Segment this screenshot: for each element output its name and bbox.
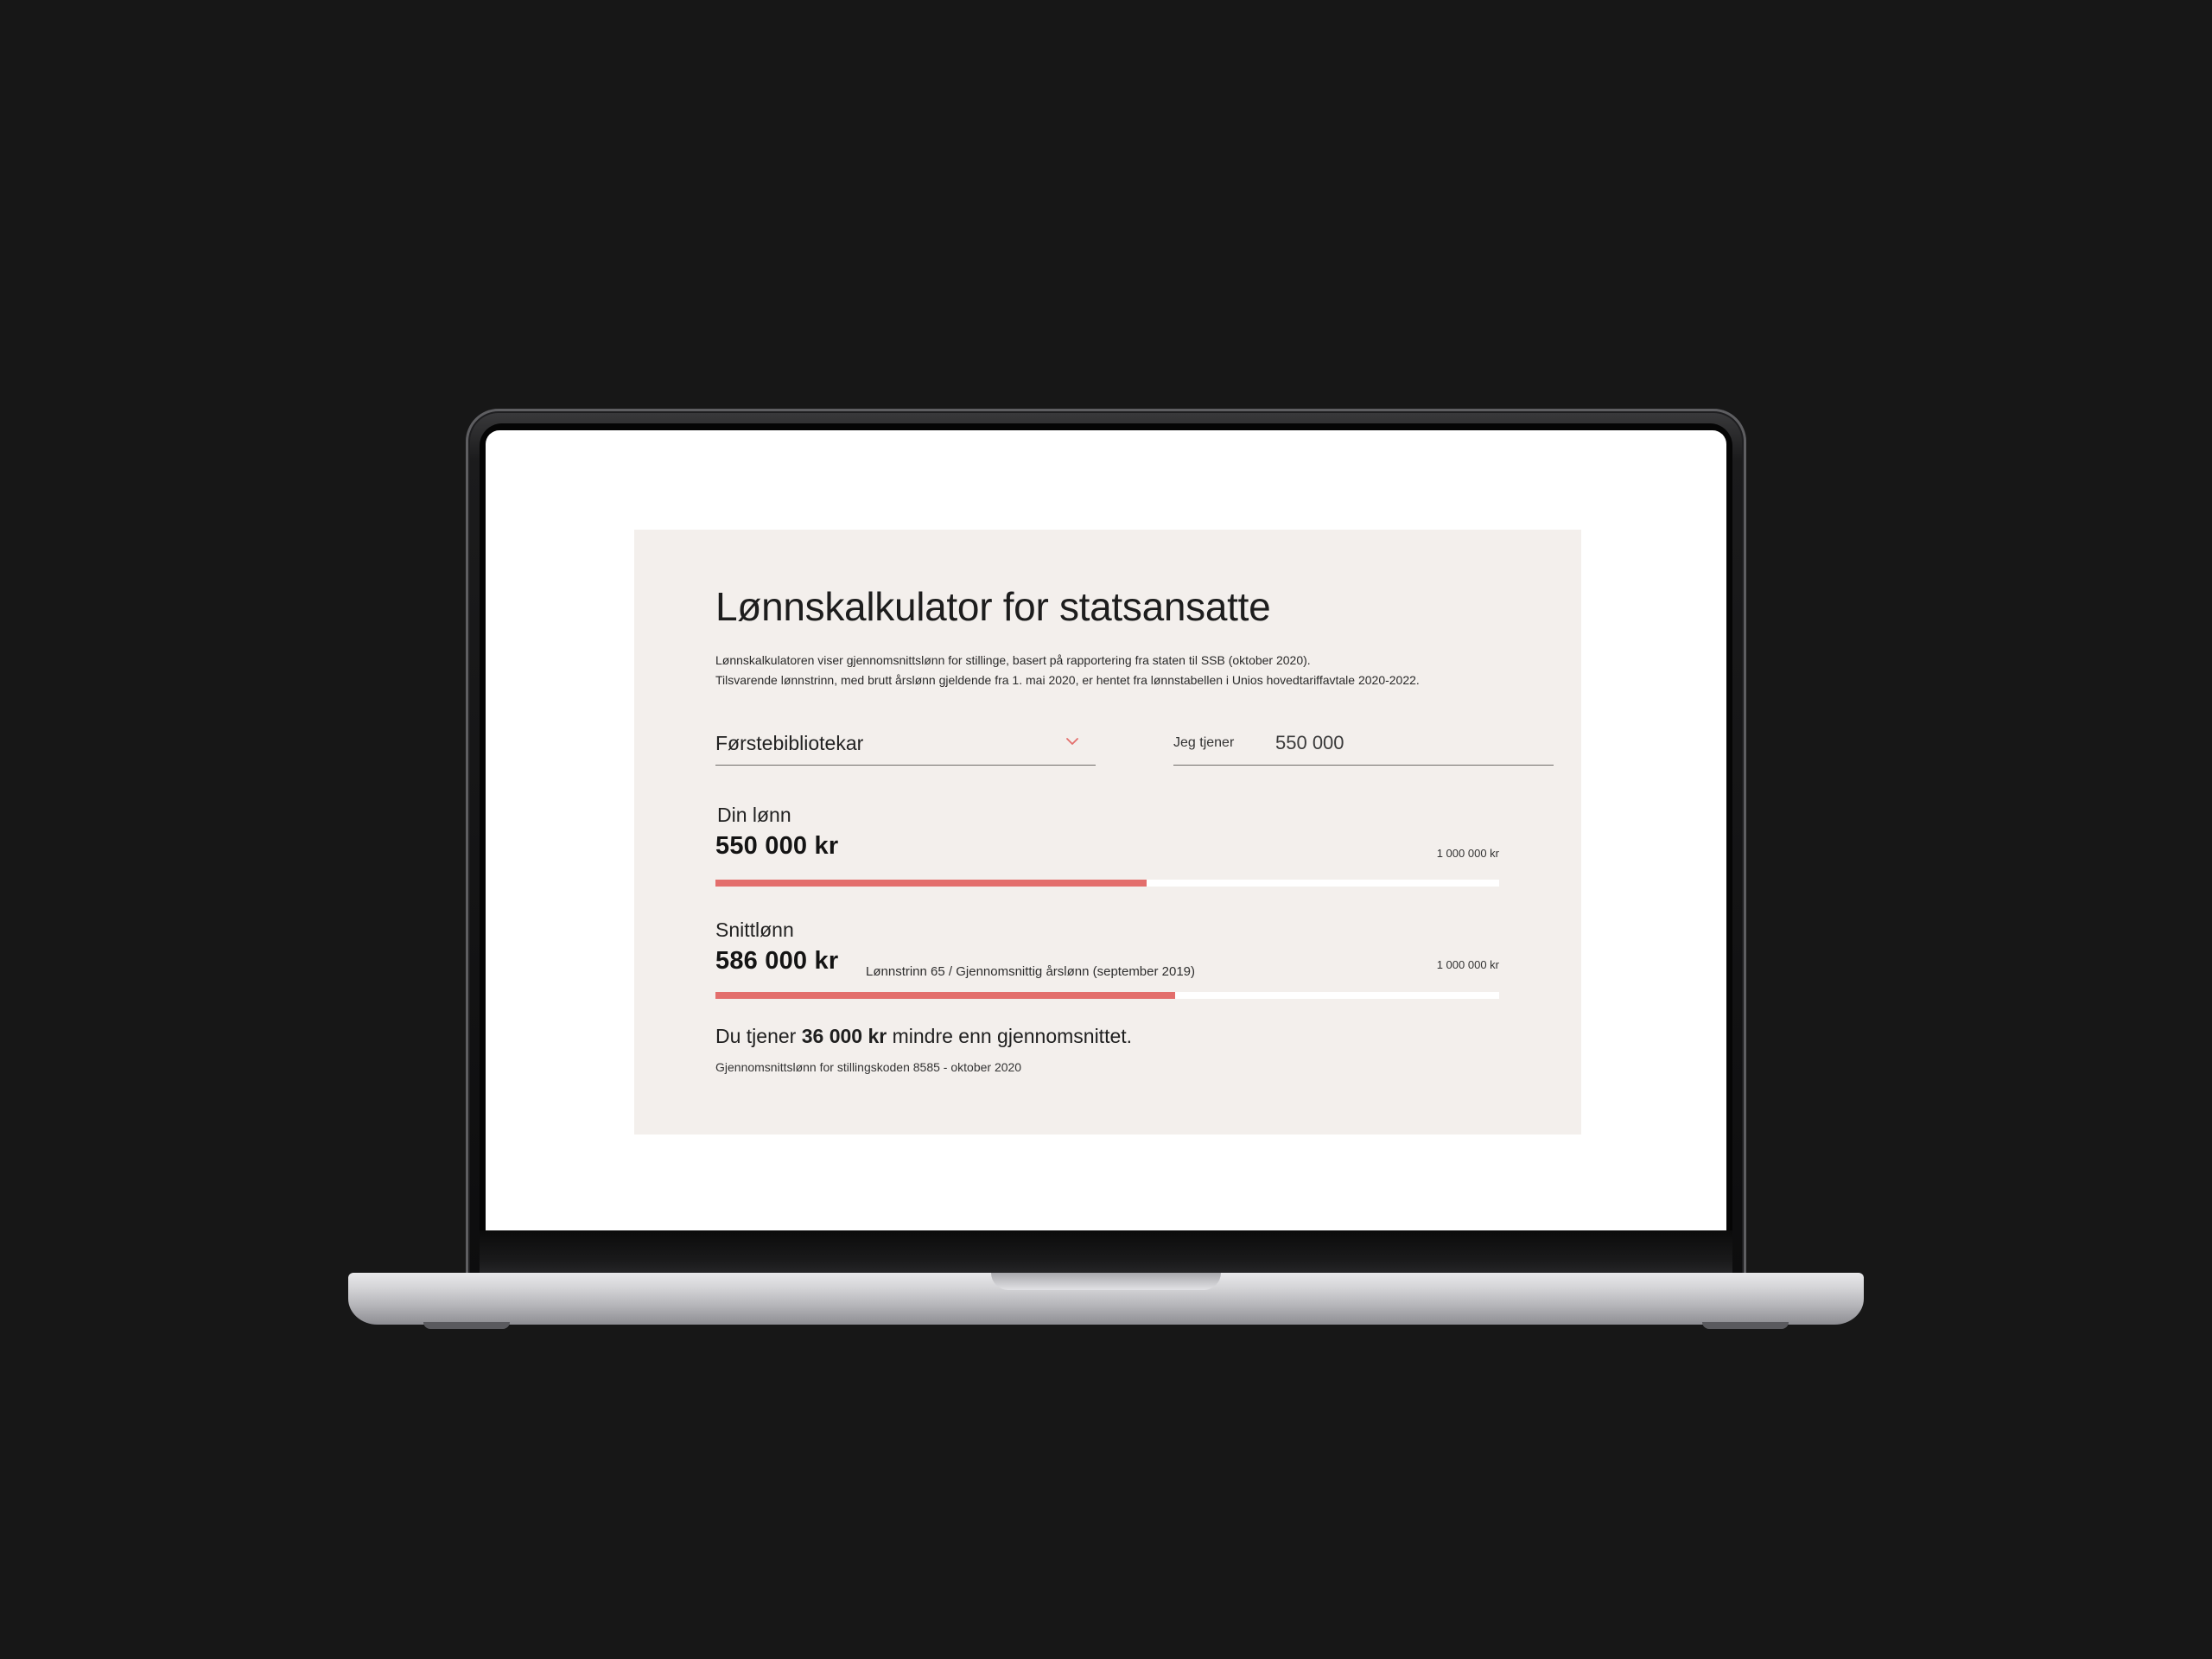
average-salary-bar [715,992,1499,999]
your-salary-bar-fill [715,880,1147,887]
average-salary-bar-fill [715,992,1175,999]
your-salary-value: 550 000 kr [715,832,839,860]
summary-suffix: mindre enn gjennomsnittet. [887,1025,1133,1047]
your-salary-label: Din lønn [717,804,791,826]
laptop-screen-chin [480,1230,1732,1274]
salary-calculator-card: Lønnskalkulator for statsansatte Lønnska… [634,530,1581,1135]
your-salary-bar [715,880,1499,887]
average-salary-label: Snittlønn [715,918,794,941]
salary-step-note: Lønnstrinn 65 / Gjennomsnittig årslønn (… [866,964,1196,979]
laptop-foot-right [1702,1322,1789,1329]
your-salary-max-label: 1 000 000 kr [1436,847,1499,860]
chevron-down-icon [1065,734,1080,749]
laptop-opening-notch [991,1273,1221,1290]
average-salary-value: 586 000 kr [715,947,839,975]
average-salary-max-label: 1 000 000 kr [1436,958,1499,971]
summary-prefix: Du tjener [715,1025,802,1047]
laptop-foot-left [423,1322,510,1329]
position-select[interactable]: Førstebibliotekar [715,721,1096,766]
earnings-input[interactable] [1275,728,1535,758]
summary-amount: 36 000 kr [801,1025,887,1047]
intro-line-1: Lønnskalkulatoren viser gjennomsnittsløn… [715,653,1311,667]
intro-line-2: Tilsvarende lønnstrinn, med brutt årsløn… [715,673,1420,687]
source-footnote: Gjennomsnittslønn for stillingskoden 858… [715,1060,1022,1074]
intro-text: Lønnskalkulatoren viser gjennomsnittsløn… [715,651,1420,690]
page-title: Lønnskalkulator for statsansatte [715,584,1271,629]
laptop-screen: Lønnskalkulator for statsansatte Lønnska… [486,430,1726,1230]
position-select-value: Førstebibliotekar [715,732,864,754]
earnings-label: Jeg tjener [1173,735,1235,750]
comparison-summary: Du tjener 36 000 kr mindre enn gjennomsn… [715,1025,1132,1048]
